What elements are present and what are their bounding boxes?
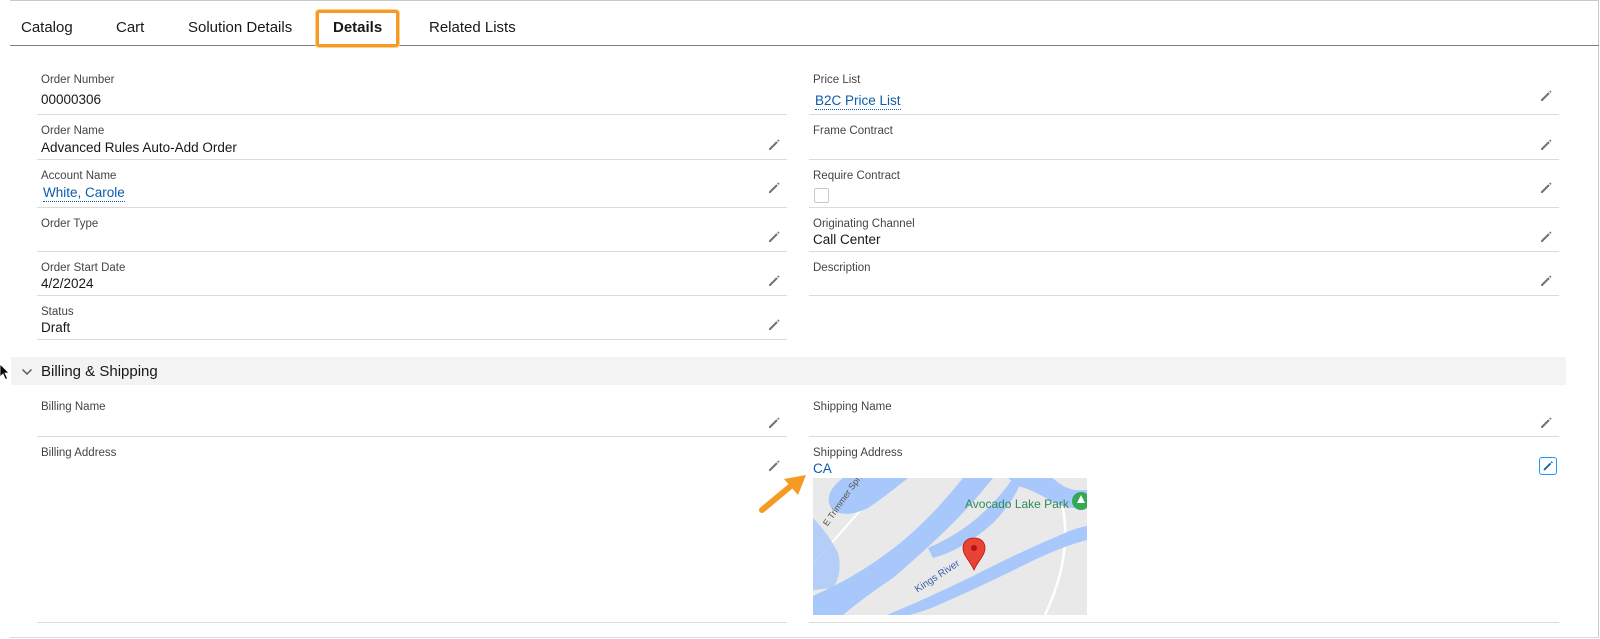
field-value: Draft — [41, 320, 71, 335]
field-value: Advanced Rules Auto-Add Order — [41, 140, 237, 155]
edit-pencil-icon[interactable] — [767, 138, 781, 152]
edit-pencil-icon[interactable] — [767, 274, 781, 288]
tab-related-lists[interactable]: Related Lists — [429, 19, 516, 36]
field-value: Call Center — [813, 232, 881, 247]
annotation-arrow-icon — [758, 473, 810, 520]
field-label: Account Name — [41, 170, 117, 182]
field-label: Description — [813, 262, 871, 274]
edit-pencil-icon[interactable] — [767, 318, 781, 332]
field-billing-address: Billing Address — [37, 437, 787, 623]
field-frame-contract: Frame Contract — [809, 115, 1559, 160]
edit-pencil-icon[interactable] — [1539, 230, 1553, 244]
field-account-name: Account Name White, Carole — [37, 160, 787, 208]
field-label: Order Number — [41, 74, 115, 86]
field-status: Status Draft — [37, 296, 787, 340]
edit-pencil-icon[interactable] — [1539, 416, 1553, 430]
require-contract-checkbox[interactable] — [814, 188, 829, 203]
field-label: Require Contract — [813, 170, 900, 182]
shipping-address-link[interactable]: CA — [813, 461, 832, 476]
edit-pencil-icon[interactable] — [767, 459, 781, 473]
field-require-contract: Require Contract — [809, 160, 1559, 208]
field-label: Originating Channel — [813, 218, 915, 230]
tab-bar: Catalog Cart Solution Details Details Re… — [10, 1, 1599, 47]
edit-pencil-icon[interactable] — [1539, 181, 1553, 195]
field-value: 4/2/2024 — [41, 276, 94, 291]
section-billing-shipping[interactable]: Billing & Shipping — [11, 357, 1566, 385]
field-order-start-date: Order Start Date 4/2/2024 — [37, 252, 787, 296]
field-label: Billing Name — [41, 401, 106, 413]
field-originating-channel: Originating Channel Call Center — [809, 208, 1559, 252]
field-price-list: Price List B2C Price List — [809, 64, 1559, 115]
field-label: Price List — [813, 74, 861, 86]
mouse-cursor-icon — [0, 363, 10, 385]
field-label: Frame Contract — [813, 125, 893, 137]
field-label: Shipping Address — [813, 447, 903, 459]
field-shipping-name: Shipping Name — [809, 391, 1559, 437]
field-label: Order Name — [41, 125, 105, 137]
map-place-label: Avocado Lake Park — [965, 497, 1069, 511]
price-list-link[interactable]: B2C Price List — [815, 93, 901, 110]
edit-pencil-icon[interactable] — [1539, 274, 1553, 288]
tab-details[interactable]: Details — [316, 10, 400, 47]
tab-catalog[interactable]: Catalog — [21, 19, 73, 36]
field-label: Shipping Name — [813, 401, 892, 413]
field-label: Billing Address — [41, 447, 117, 459]
edit-pencil-icon[interactable] — [767, 181, 781, 195]
edit-pencil-icon[interactable] — [1539, 457, 1557, 475]
field-label: Order Type — [41, 218, 99, 230]
edit-pencil-icon[interactable] — [767, 230, 781, 244]
field-order-type: Order Type — [37, 208, 787, 252]
section-title: Billing & Shipping — [41, 363, 158, 380]
tab-cart[interactable]: Cart — [116, 19, 144, 36]
shipping-address-map[interactable]: Avocado Lake Park E Trimmer Springs R Ki… — [813, 478, 1087, 615]
field-order-number: Order Number 00000306 — [37, 64, 787, 115]
field-order-name: Order Name Advanced Rules Auto-Add Order — [37, 115, 787, 160]
tab-solution-details[interactable]: Solution Details — [188, 19, 292, 36]
chevron-down-icon — [21, 365, 33, 383]
field-value: 00000306 — [41, 92, 102, 107]
field-description: Description — [809, 252, 1559, 296]
edit-pencil-icon[interactable] — [767, 416, 781, 430]
field-label: Order Start Date — [41, 262, 126, 274]
edit-pencil-icon[interactable] — [1539, 138, 1553, 152]
field-billing-name: Billing Name — [37, 391, 787, 437]
edit-pencil-icon[interactable] — [1539, 89, 1553, 103]
account-link[interactable]: White, Carole — [43, 185, 125, 202]
field-label: Status — [41, 306, 74, 318]
